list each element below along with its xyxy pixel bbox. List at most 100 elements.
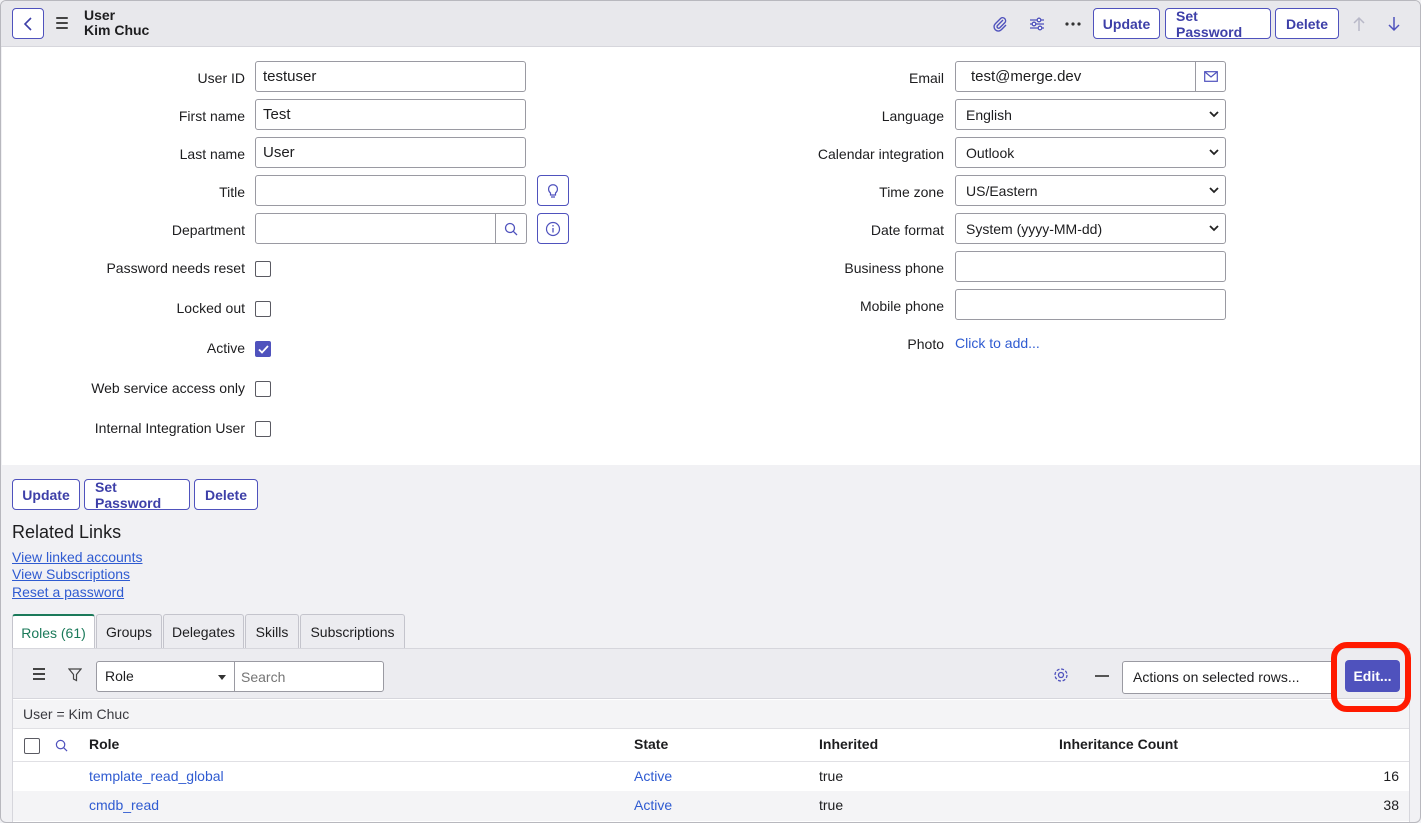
- search-field-value: Role: [105, 668, 134, 684]
- locked-out-checkbox[interactable]: [255, 301, 271, 317]
- user-id-input[interactable]: [255, 61, 526, 92]
- email-input[interactable]: [955, 61, 1196, 92]
- column-header-inherited[interactable]: Inherited: [819, 736, 878, 752]
- user-form: User ID First name Last name Title Depar…: [2, 47, 1420, 465]
- table-label: User: [84, 7, 116, 23]
- search-icon: [504, 222, 518, 235]
- state-link[interactable]: Active: [634, 768, 672, 784]
- calendar-integration-select[interactable]: Outlook: [955, 137, 1226, 168]
- suggestion-button[interactable]: [537, 175, 569, 206]
- chevron-down-icon: [1209, 225, 1219, 232]
- personalize-sliders-icon[interactable]: [1027, 14, 1047, 34]
- set-password-button[interactable]: Set Password: [1165, 8, 1271, 40]
- role-link[interactable]: cmdb_read: [89, 797, 159, 813]
- inherited-value: true: [819, 797, 844, 813]
- update-button[interactable]: Update: [1093, 8, 1160, 39]
- tab-subscriptions[interactable]: Subscriptions: [300, 614, 405, 649]
- inheritance-count-value: 16: [1383, 768, 1399, 784]
- column-header-state[interactable]: State: [634, 736, 668, 752]
- time-zone-label: Time zone: [879, 184, 944, 200]
- tab-delegates[interactable]: Delegates: [163, 614, 244, 649]
- first-name-input[interactable]: [255, 99, 526, 130]
- role-link[interactable]: template_read_global: [89, 768, 224, 784]
- bottom-update-button[interactable]: Update: [12, 479, 80, 510]
- view-subscriptions-link[interactable]: View Subscriptions: [12, 566, 130, 582]
- date-format-select[interactable]: System (yyyy-MM-dd): [955, 213, 1226, 244]
- email-label: Email: [908, 70, 944, 86]
- collapse-icon[interactable]: [1095, 675, 1109, 677]
- record-name: Kim Chuc: [84, 22, 150, 38]
- arrow-up-icon[interactable]: [1349, 14, 1369, 34]
- business-phone-input[interactable]: [955, 251, 1226, 282]
- department-input[interactable]: [255, 213, 496, 244]
- table-row: cmdb_read Active true 38: [13, 791, 1409, 821]
- context-menu-icon[interactable]: [56, 15, 70, 31]
- state-link[interactable]: Active: [634, 797, 672, 813]
- envelope-icon: [1203, 71, 1218, 82]
- internal-integration-user-checkbox[interactable]: [255, 421, 271, 437]
- date-format-value: System (yyyy-MM-dd): [966, 220, 1103, 237]
- actions-on-selected-rows-select[interactable]: Actions on selected rows...: [1122, 661, 1337, 694]
- form-header: User Kim Chuc Update Set Password Delete: [1, 1, 1420, 47]
- column-header-inheritance-count[interactable]: Inheritance Count: [1059, 736, 1178, 752]
- filter-breadcrumb[interactable]: User = Kim Chuc: [13, 700, 1409, 729]
- password-needs-reset-checkbox[interactable]: [255, 261, 271, 277]
- internal-integration-user-label: Internal Integration User: [94, 420, 245, 436]
- time-zone-value: US/Eastern: [966, 182, 1038, 199]
- tab-groups[interactable]: Groups: [96, 614, 162, 649]
- info-icon: [545, 221, 561, 236]
- language-value: English: [966, 106, 1012, 123]
- arrow-down-icon[interactable]: [1384, 14, 1404, 34]
- inherited-value: true: [819, 768, 844, 784]
- reset-password-link[interactable]: Reset a password: [12, 584, 124, 600]
- title-input[interactable]: [255, 175, 526, 206]
- active-checkbox[interactable]: [255, 341, 271, 357]
- list-menu-icon[interactable]: [33, 668, 45, 680]
- bottom-delete-button[interactable]: Delete: [194, 479, 258, 510]
- delete-button[interactable]: Delete: [1275, 8, 1339, 39]
- edit-roles-button[interactable]: Edit...: [1345, 660, 1400, 692]
- language-label: Language: [881, 108, 944, 124]
- chevron-down-icon: [1209, 187, 1219, 194]
- mobile-phone-input[interactable]: [955, 289, 1226, 320]
- last-name-input[interactable]: [255, 137, 526, 168]
- mobile-phone-label: Mobile phone: [859, 298, 944, 314]
- paperclip-icon[interactable]: [990, 14, 1010, 34]
- first-name-label: First name: [178, 108, 245, 124]
- back-button[interactable]: [12, 8, 44, 39]
- column-header-role[interactable]: Role: [89, 736, 119, 752]
- roles-related-list: Role Actions on selected rows... User = …: [12, 648, 1410, 822]
- web-service-access-checkbox[interactable]: [255, 381, 271, 397]
- checkmark-icon: [257, 344, 269, 354]
- language-select[interactable]: English: [955, 99, 1226, 130]
- photo-label: Photo: [907, 336, 944, 352]
- chevron-down-icon: [1209, 149, 1219, 156]
- chevron-left-icon: [23, 16, 32, 31]
- password-needs-reset-label: Password needs reset: [106, 260, 245, 276]
- bottom-set-password-button[interactable]: Set Password: [84, 479, 190, 511]
- list-search-input[interactable]: [234, 661, 384, 692]
- search-field-select[interactable]: Role: [96, 661, 235, 692]
- user-id-label: User ID: [197, 70, 245, 86]
- tab-skills[interactable]: Skills: [245, 614, 299, 649]
- department-label: Department: [171, 222, 245, 238]
- actions-select-value: Actions on selected rows...: [1133, 669, 1300, 685]
- business-phone-label: Business phone: [844, 260, 944, 276]
- view-linked-accounts-link[interactable]: View linked accounts: [12, 549, 142, 565]
- more-options-icon[interactable]: [1063, 14, 1083, 34]
- send-email-button[interactable]: [1195, 61, 1226, 92]
- lightbulb-icon: [547, 183, 559, 198]
- tab-roles[interactable]: Roles (61): [12, 614, 95, 650]
- department-info-button[interactable]: [537, 213, 569, 244]
- filter-icon[interactable]: [68, 668, 82, 682]
- time-zone-select[interactable]: US/Eastern: [955, 175, 1226, 206]
- active-label: Active: [206, 340, 245, 356]
- gear-icon[interactable]: [1053, 667, 1069, 683]
- date-format-label: Date format: [870, 222, 944, 238]
- form-title: User Kim Chuc: [84, 8, 149, 38]
- department-lookup-button[interactable]: [495, 213, 527, 244]
- locked-out-label: Locked out: [176, 300, 246, 316]
- column-search-icon[interactable]: [55, 739, 68, 752]
- add-photo-link[interactable]: Click to add...: [955, 335, 1040, 351]
- select-all-checkbox[interactable]: [24, 738, 40, 754]
